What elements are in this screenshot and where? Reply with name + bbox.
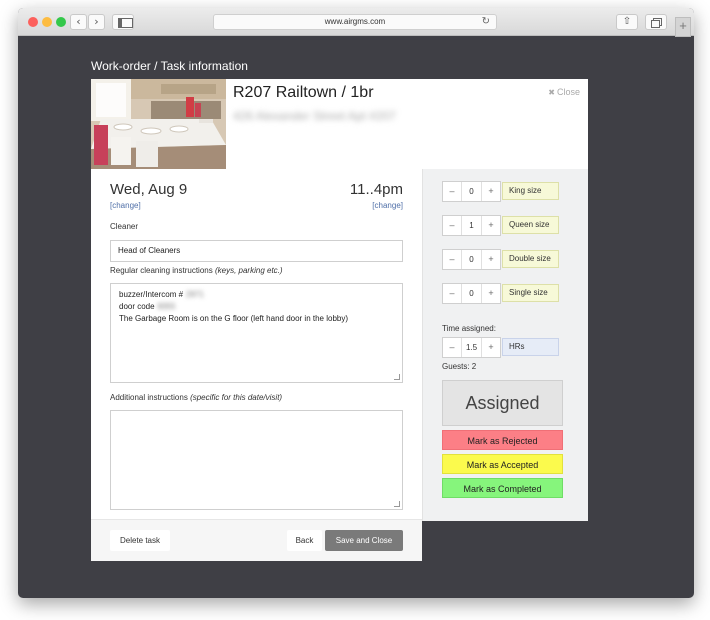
property-address: 426 Alexander Street Apt #207 xyxy=(233,109,396,123)
regular-instructions-textarea[interactable]: buzzer/Intercom #2971 door code 8355 The … xyxy=(110,283,403,383)
close-label: Close xyxy=(556,87,580,97)
change-date-link[interactable]: [change] xyxy=(110,201,141,210)
decrement-button[interactable]: – xyxy=(443,284,462,303)
double-bed-count[interactable]: 0 xyxy=(462,250,481,269)
increment-button[interactable]: + xyxy=(481,284,500,303)
window-zoom-button[interactable] xyxy=(56,17,66,27)
page-title: Work-order / Task information xyxy=(91,59,248,73)
guests-count: Guests: 2 xyxy=(442,362,477,371)
browser-toolbar: ‹ › www.airgms.com ↻ ⇧ + xyxy=(18,8,694,37)
forward-arrow-icon[interactable]: › xyxy=(88,14,105,30)
resize-handle[interactable] xyxy=(394,501,400,507)
modal-footer: Delete task Back Save and Close xyxy=(91,519,422,561)
regular-instructions-label: Regular cleaning instructions (keys, par… xyxy=(110,266,283,275)
property-photo xyxy=(91,79,226,169)
assignment-panel: – 0 + King size – 1 + Queen size – 0 + D… xyxy=(422,169,588,521)
instruction-line: buzzer/Intercom #2971 xyxy=(119,289,394,301)
additional-instructions-label: Additional instructions (specific for th… xyxy=(110,393,282,402)
new-tab-icon[interactable]: + xyxy=(675,17,691,37)
close-icon: ✖ xyxy=(548,88,555,97)
hours-stepper: – 1.5 + xyxy=(442,337,501,358)
additional-instructions-textarea[interactable] xyxy=(110,410,403,510)
decrement-button[interactable]: – xyxy=(443,216,462,235)
time-assigned-label: Time assigned: xyxy=(442,324,496,333)
hours-unit-label: HRs xyxy=(502,338,559,356)
status-display: Assigned xyxy=(442,380,563,426)
double-bed-stepper: – 0 + xyxy=(442,249,501,270)
increment-button[interactable]: + xyxy=(481,182,500,201)
window-close-button[interactable] xyxy=(28,17,38,27)
property-title: R207 Railtown / 1br xyxy=(233,84,374,101)
task-time: 11..4pm xyxy=(349,181,403,198)
change-time-link[interactable]: [change] xyxy=(372,201,403,210)
share-icon[interactable]: ⇧ xyxy=(616,14,638,30)
instruction-line: The Garbage Room is on the G floor (left… xyxy=(119,314,349,323)
queen-size-label: Queen size xyxy=(502,216,559,234)
single-size-label: Single size xyxy=(502,284,559,302)
back-arrow-icon[interactable]: ‹ xyxy=(70,14,87,30)
queen-bed-count[interactable]: 1 xyxy=(462,216,481,235)
double-size-label: Double size xyxy=(502,250,559,268)
cleaner-label: Cleaner xyxy=(110,222,139,231)
increment-button[interactable]: + xyxy=(481,338,500,357)
regular-instructions-hint: (keys, parking etc.) xyxy=(214,266,283,275)
modal-header: R207 Railtown / 1br 426 Alexander Street… xyxy=(91,79,588,169)
single-bed-stepper: – 0 + xyxy=(442,283,501,304)
decrement-button[interactable]: – xyxy=(443,182,462,201)
tab-overview-icon[interactable] xyxy=(645,14,667,30)
back-button[interactable]: Back xyxy=(287,530,322,551)
task-details-panel: Wed, Aug 9 [change] 11..4pm [change] Cle… xyxy=(91,169,422,561)
mark-rejected-button[interactable]: Mark as Rejected xyxy=(442,430,563,450)
king-size-label: King size xyxy=(502,182,559,200)
close-button[interactable]: ✖ Close xyxy=(548,87,580,97)
url-text: www.airgms.com xyxy=(324,17,386,26)
browser-window: ‹ › www.airgms.com ↻ ⇧ + Work-order / Ta… xyxy=(18,8,694,598)
mark-completed-button[interactable]: Mark as Completed xyxy=(442,478,563,498)
additional-instructions-title: Additional instructions xyxy=(110,393,188,402)
decrement-button[interactable]: – xyxy=(443,338,462,357)
buzzer-label: buzzer/Intercom # xyxy=(119,290,184,299)
additional-instructions-hint: (specific for this date/visit) xyxy=(190,393,283,402)
king-bed-count[interactable]: 0 xyxy=(462,182,481,201)
instruction-line: door code 8355 xyxy=(119,301,394,313)
single-bed-count[interactable]: 0 xyxy=(462,284,481,303)
resize-handle[interactable] xyxy=(394,374,400,380)
queen-bed-stepper: – 1 + xyxy=(442,215,501,236)
increment-button[interactable]: + xyxy=(481,250,500,269)
hours-value[interactable]: 1.5 xyxy=(462,338,481,357)
save-and-close-button[interactable]: Save and Close xyxy=(325,530,403,551)
king-bed-stepper: – 0 + xyxy=(442,181,501,202)
window-minimize-button[interactable] xyxy=(42,17,52,27)
cleaner-field[interactable]: Head of Cleaners xyxy=(110,240,403,262)
reload-icon[interactable]: ↻ xyxy=(482,15,490,29)
address-bar[interactable]: www.airgms.com ↻ xyxy=(213,14,497,30)
regular-instructions-title: Regular cleaning instructions xyxy=(110,266,213,275)
door-code-value: 8355 xyxy=(157,302,176,311)
buzzer-number: 2971 xyxy=(186,290,204,299)
mark-accepted-button[interactable]: Mark as Accepted xyxy=(442,454,563,474)
decrement-button[interactable]: – xyxy=(443,250,462,269)
increment-button[interactable]: + xyxy=(481,216,500,235)
sidebar-toggle-icon[interactable] xyxy=(112,14,134,30)
delete-task-button[interactable]: Delete task xyxy=(110,530,170,551)
door-code-label: door code xyxy=(119,302,155,311)
task-date: Wed, Aug 9 xyxy=(110,181,188,198)
task-modal: R207 Railtown / 1br 426 Alexander Street… xyxy=(91,79,588,561)
